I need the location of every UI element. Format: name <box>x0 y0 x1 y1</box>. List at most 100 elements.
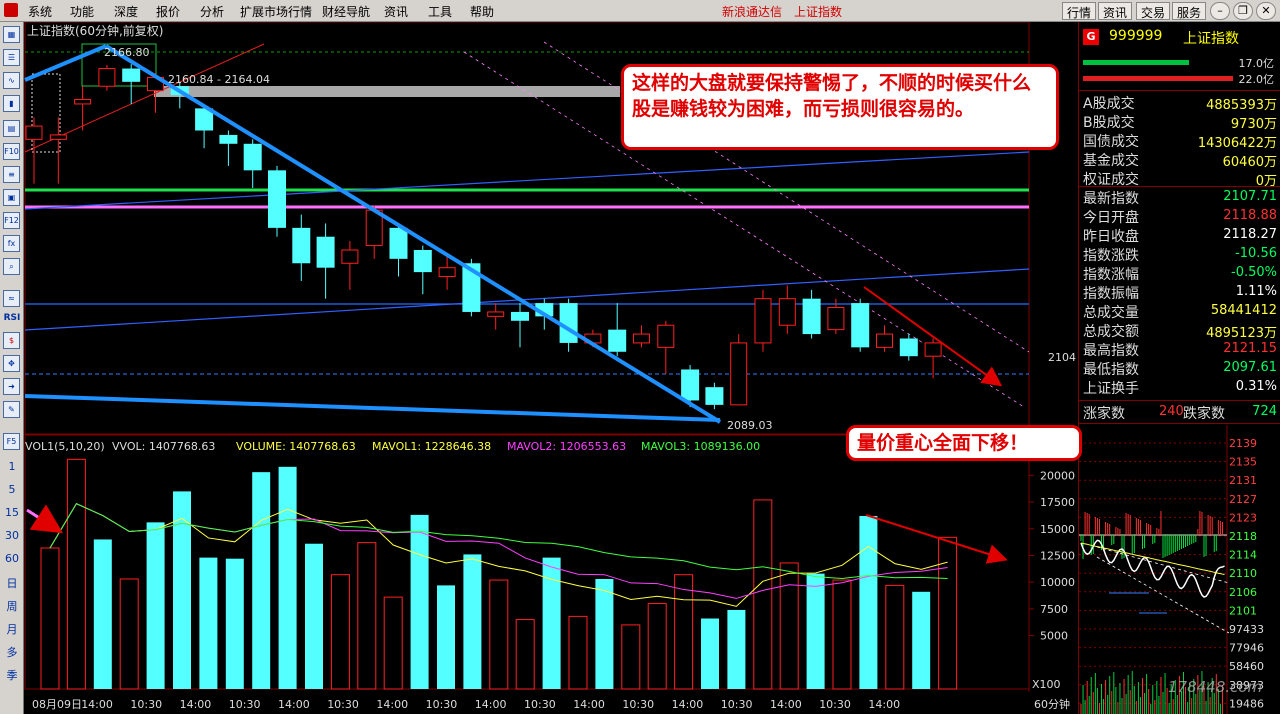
candle-body-down <box>243 143 262 171</box>
candle-body-up <box>657 324 675 348</box>
export-icon[interactable]: ➜ <box>3 378 20 395</box>
candle-body-down <box>219 134 238 144</box>
list-view-icon[interactable]: ☰ <box>3 49 20 66</box>
f5-icon[interactable]: F5 <box>3 433 20 450</box>
top-price-label: 2166.80 <box>104 46 150 59</box>
table-icon[interactable]: ▤ <box>3 120 20 137</box>
xaxis-label: 08月09日 <box>32 698 82 711</box>
move-icon[interactable]: ✥ <box>3 355 20 372</box>
volume-bar-down <box>806 573 825 689</box>
search-icon[interactable]: ⌕ <box>3 258 20 275</box>
quote-row: 总成交额 4895123万 <box>1079 320 1280 341</box>
gap-label: 2160.84 - 2164.04 <box>168 73 270 86</box>
quote-label: 基金成交 <box>1083 153 1139 169</box>
xaxis-label: 14:00 <box>672 698 704 711</box>
trade-button[interactable]: 交易 <box>1136 2 1171 20</box>
candle-body-up <box>730 342 748 406</box>
xaxis-label: 14:00 <box>376 698 408 711</box>
minimize-icon[interactable]: – <box>1210 2 1230 20</box>
quote-label: 总成交量 <box>1083 305 1139 321</box>
news-icon[interactable]: ≡ <box>3 166 20 183</box>
menu-tools[interactable]: 工具 <box>428 3 452 20</box>
period-60[interactable]: 60 <box>2 552 22 565</box>
indicator-icon[interactable]: ≈ <box>3 290 20 307</box>
service-button[interactable]: 服务 <box>1172 2 1207 20</box>
period-multi[interactable]: 多 <box>2 644 22 660</box>
intraday-mini-chart[interactable]: 2139 2135 2131 2127 2123 2118 2114 2110 2106 2101… <box>1079 425 1280 714</box>
period-5[interactable]: 5 <box>2 483 22 496</box>
rsi-button[interactable]: RSI <box>2 313 22 323</box>
left-toolbar: ▦ ☰ ∿ ▮ ▤ F10 ≡ ▣ F12 fx ⌕ ≈ RSI $ ✥ ➜ ✎… <box>0 22 24 714</box>
book-icon[interactable]: ▣ <box>3 189 20 206</box>
menu-analysis[interactable]: 分析 <box>200 3 224 20</box>
kline-icon[interactable]: ▮ <box>3 95 20 112</box>
quote-label: 最高指数 <box>1083 343 1139 359</box>
xaxis-label: 10:30 <box>130 698 162 711</box>
period-day[interactable]: 日 <box>2 575 22 591</box>
volume-bar-down <box>463 554 482 689</box>
grid-view-icon[interactable]: ▦ <box>3 26 20 43</box>
menu-ext-market[interactable]: 扩展市场行情 <box>240 3 312 20</box>
xaxis-label: 10:30 <box>819 698 851 711</box>
volume-bar-down <box>410 514 429 689</box>
menu-quote[interactable]: 报价 <box>156 3 180 20</box>
quote-label: 最低指数 <box>1083 362 1139 378</box>
quote-value: 58441412 <box>1210 303 1277 318</box>
quote-row: 上证换手 0.31% <box>1079 377 1280 397</box>
line-chart-icon[interactable]: ∿ <box>3 72 20 89</box>
period-month[interactable]: 月 <box>2 621 22 637</box>
period-1[interactable]: 1 <box>2 460 22 473</box>
candle-body-down <box>511 311 529 321</box>
period-quarter[interactable]: 季 <box>2 667 22 683</box>
volume-bar-down <box>278 466 297 689</box>
candle-body-down <box>851 303 870 348</box>
candle-body-up <box>924 342 942 357</box>
menu-help[interactable]: 帮助 <box>470 3 494 20</box>
f12-icon[interactable]: F12 <box>3 212 20 229</box>
f10-icon[interactable]: F10 <box>3 143 20 160</box>
xaxis-label: 14:00 <box>180 698 212 711</box>
quote-value: 2107.71 <box>1223 189 1277 204</box>
fx-icon[interactable]: fx <box>3 235 20 252</box>
pencil-icon[interactable]: ✎ <box>3 401 20 418</box>
period-30[interactable]: 30 <box>2 529 22 542</box>
g-badge: G <box>1083 29 1099 45</box>
volume-bar-down <box>93 539 112 689</box>
candle-body-down <box>316 236 335 268</box>
menu-news[interactable]: 资讯 <box>384 3 408 20</box>
volume-bar-down <box>727 609 746 689</box>
ytick-label: 5000 <box>1040 630 1068 643</box>
separator <box>1079 90 1280 91</box>
annotation-callout-volume: 量价重心全面下移！ <box>846 425 1082 461</box>
quote-value: 2121.15 <box>1223 341 1277 356</box>
period-label[interactable]: 60分钟 <box>1034 697 1070 711</box>
menu-function[interactable]: 功能 <box>70 3 94 20</box>
period-15[interactable]: 15 <box>2 506 22 519</box>
period-week[interactable]: 周 <box>2 598 22 614</box>
app-logo-icon <box>4 3 18 17</box>
candle-body-down <box>681 369 700 401</box>
fall-label: 跌家数 <box>1183 406 1225 422</box>
quote-button[interactable]: 行情 <box>1062 2 1097 20</box>
news-button[interactable]: 资讯 <box>1098 2 1133 20</box>
dollar-icon[interactable]: $ <box>3 332 20 349</box>
annotation-callout-warning: 这样的大盘就要保持警惕了，不顺的时候买什么股是赚钱较为困难，而亏损则很容易的。 <box>621 64 1059 150</box>
quote-header: G 999999 上证指数 <box>1079 26 1280 48</box>
menu-depth[interactable]: 深度 <box>114 3 138 20</box>
xaxis-label: 10:30 <box>327 698 359 711</box>
stock-code: 999999 <box>1109 28 1163 44</box>
quote-label: 指数涨幅 <box>1083 267 1139 283</box>
mini-ytick: 2114 <box>1229 549 1257 562</box>
quote-row: B股成交 9730万 <box>1079 111 1280 132</box>
mini-ytick: 58460 <box>1229 660 1264 673</box>
turnover-bar-green <box>1083 60 1189 65</box>
quote-label: A股成交 <box>1083 96 1135 112</box>
vol-indicator: VOL1(5,10,20) <box>25 440 105 453</box>
quote-panel: G 999999 上证指数 17.0亿 22.0亿 A股成交 4885393万 B股… <box>1078 22 1280 714</box>
close-icon[interactable]: ✕ <box>1256 2 1276 20</box>
candle-body-down <box>559 303 578 343</box>
volume-bar-down <box>252 472 271 689</box>
menu-finance-nav[interactable]: 财经导航 <box>322 3 370 20</box>
menu-system[interactable]: 系统 <box>28 3 52 20</box>
restore-icon[interactable]: ❐ <box>1233 2 1253 20</box>
